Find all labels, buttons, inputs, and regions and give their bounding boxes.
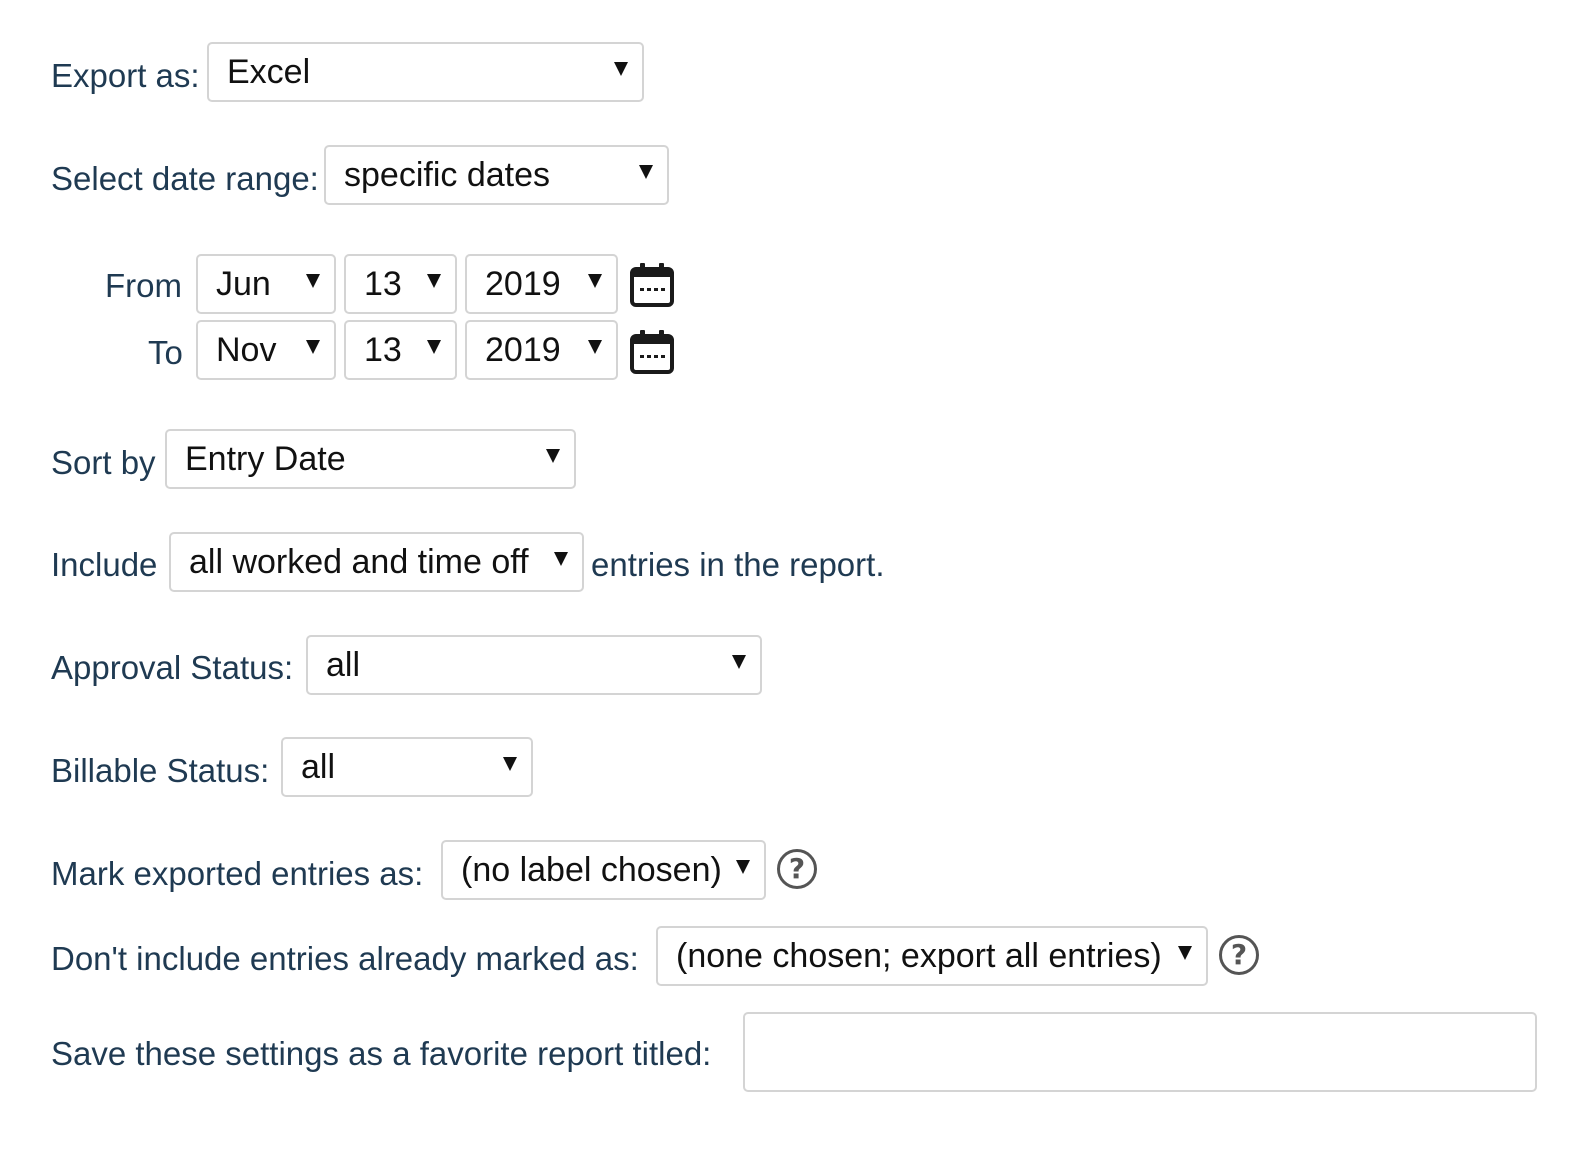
chevron-down-icon	[736, 860, 750, 874]
mark-exported-value: (no label chosen)	[461, 851, 722, 889]
from-year-value: 2019	[485, 265, 561, 303]
approval-status-select[interactable]: all	[306, 635, 762, 695]
include-value: all worked and time off	[189, 543, 529, 581]
from-day-value: 13	[364, 265, 402, 303]
exclude-marked-label: Don't include entries already marked as:	[51, 940, 639, 977]
from-day-select[interactable]: 13	[344, 254, 457, 314]
export-format-value: Excel	[227, 53, 311, 91]
chevron-down-icon	[588, 340, 602, 354]
chevron-down-icon	[306, 340, 320, 354]
date-range-select[interactable]: specific dates	[324, 145, 669, 205]
date-range-value: specific dates	[344, 156, 550, 194]
chevron-down-icon	[427, 274, 441, 288]
exclude-marked-select[interactable]: (none chosen; export all entries)	[656, 926, 1208, 986]
sort-by-value: Entry Date	[185, 440, 346, 478]
chevron-down-icon	[732, 655, 746, 669]
approval-status-value: all	[326, 646, 361, 684]
to-day-value: 13	[364, 331, 402, 369]
sort-by-select[interactable]: Entry Date	[165, 429, 576, 489]
favorite-title-input[interactable]	[743, 1012, 1537, 1092]
date-range-label: Select date range:	[51, 160, 319, 197]
chevron-down-icon	[503, 757, 517, 771]
to-month-value: Nov	[216, 331, 277, 369]
to-month-select[interactable]: Nov	[196, 320, 336, 380]
to-label: To	[148, 334, 183, 371]
from-year-select[interactable]: 2019	[465, 254, 618, 314]
include-select[interactable]: all worked and time off	[169, 532, 584, 592]
to-day-select[interactable]: 13	[344, 320, 457, 380]
sort-label: Sort by	[51, 444, 156, 481]
chevron-down-icon	[1178, 946, 1192, 960]
from-calendar-icon[interactable]	[629, 262, 675, 308]
to-year-select[interactable]: 2019	[465, 320, 618, 380]
to-calendar-icon[interactable]	[629, 329, 675, 375]
chevron-down-icon	[306, 274, 320, 288]
chevron-down-icon	[546, 449, 560, 463]
from-month-select[interactable]: Jun	[196, 254, 336, 314]
favorite-label: Save these settings as a favorite report…	[51, 1035, 712, 1072]
include-suffix: entries in the report.	[591, 546, 885, 583]
export-format-select[interactable]: Excel	[207, 42, 644, 102]
billable-status-value: all	[301, 748, 336, 786]
chevron-down-icon	[639, 165, 653, 179]
exclude-marked-value: (none chosen; export all entries)	[676, 937, 1162, 975]
billable-status-label: Billable Status:	[51, 752, 270, 789]
approval-status-label: Approval Status:	[51, 649, 294, 686]
billable-status-select[interactable]: all	[281, 737, 533, 797]
mark-exported-label: Mark exported entries as:	[51, 855, 424, 892]
chevron-down-icon	[427, 340, 441, 354]
from-month-value: Jun	[216, 265, 271, 303]
from-label: From	[105, 267, 182, 304]
exclude-marked-help-icon[interactable]: ?	[1219, 935, 1259, 975]
to-year-value: 2019	[485, 331, 561, 369]
mark-exported-help-icon[interactable]: ?	[777, 849, 817, 889]
chevron-down-icon	[554, 552, 568, 566]
include-label: Include	[51, 546, 158, 583]
export-label: Export as:	[51, 57, 200, 94]
chevron-down-icon	[588, 274, 602, 288]
chevron-down-icon	[614, 62, 628, 76]
mark-exported-select[interactable]: (no label chosen)	[441, 840, 766, 900]
